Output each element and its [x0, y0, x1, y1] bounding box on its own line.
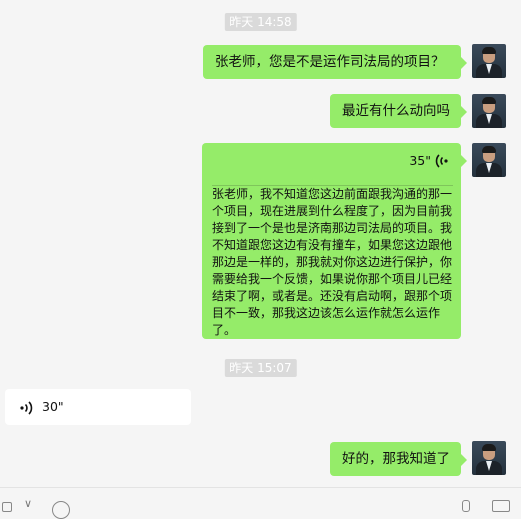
- timestamp: 昨天 15:07: [224, 359, 297, 377]
- phone-icon[interactable]: [462, 500, 470, 512]
- scissors-icon[interactable]: ∨: [24, 497, 32, 510]
- user-avatar[interactable]: [472, 44, 506, 78]
- user-avatar[interactable]: [472, 94, 506, 128]
- voice-duration: 35": [409, 153, 431, 168]
- voice-transcript: 张老师，我不知道您这边前面跟我沟通的那一个项目，现在进展到什么程度了，因为目前我…: [212, 185, 453, 337]
- voice-message-bubble[interactable]: 35" 张老师，我不知道您这边前面跟我沟通的那一个项目，现在进展到什么程度了，因…: [202, 143, 467, 339]
- input-toolbar: ∨: [0, 487, 521, 519]
- user-avatar[interactable]: [472, 441, 506, 475]
- message-text: 好的，那我知道了: [342, 451, 450, 467]
- message-text: 最近有什么动向吗: [342, 103, 450, 119]
- emoji-icon[interactable]: [2, 502, 12, 512]
- voice-duration: 30": [42, 399, 64, 414]
- message-text: 张老师，您是不是运作司法局的项目？: [215, 54, 445, 70]
- timestamp: 昨天 14:58: [224, 13, 297, 31]
- message-bubble-sent[interactable]: 好的，那我知道了: [330, 442, 467, 476]
- voice-message-bubble-received[interactable]: 30": [5, 389, 191, 425]
- chat-history-icon[interactable]: [52, 501, 70, 519]
- message-bubble-sent[interactable]: 张老师，您是不是运作司法局的项目？: [203, 45, 467, 79]
- message-bubble-sent[interactable]: 最近有什么动向吗: [330, 94, 467, 128]
- video-icon[interactable]: [492, 500, 510, 512]
- user-avatar[interactable]: [472, 143, 506, 177]
- voice-wave-icon: [435, 154, 448, 168]
- voice-wave-icon: [20, 401, 33, 415]
